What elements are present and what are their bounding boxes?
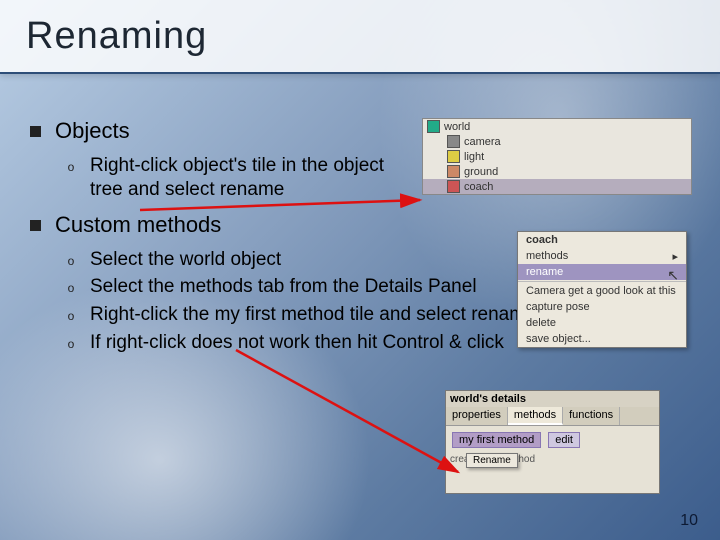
circle-bullet-icon: o: [64, 275, 78, 299]
circle-bullet-icon: o: [64, 248, 78, 272]
camera-icon: [447, 135, 460, 148]
tabs-row[interactable]: propertiesmethodsfunctions: [446, 407, 659, 426]
sub-text: Select the methods tab from the Details …: [90, 275, 477, 299]
method-tile-edit[interactable]: edit: [548, 432, 580, 448]
tree-item-coach[interactable]: coach: [423, 179, 691, 194]
tab-functions[interactable]: functions: [563, 407, 620, 425]
sub-text: Right-click the my first method tile and…: [90, 303, 536, 327]
details-panel[interactable]: world's details propertiesmethodsfunctio…: [445, 390, 660, 494]
square-bullet-icon: [30, 220, 41, 231]
heading-custommethods: Custom methods: [55, 212, 221, 238]
mini-context-menu[interactable]: Rename: [466, 453, 518, 468]
menu-item-coach: coach: [518, 232, 686, 248]
globe-icon: [427, 120, 440, 133]
title-band: Renaming: [0, 0, 720, 72]
tree-item-ground[interactable]: ground: [423, 164, 691, 179]
menu-item-save-object...[interactable]: save object...: [518, 331, 686, 347]
sub-text: Right-click object's tile in the object …: [90, 154, 404, 202]
sub-text: Select the world object: [90, 248, 281, 272]
circle-bullet-icon: o: [64, 154, 78, 202]
tree-item-label: world: [444, 121, 470, 133]
menu-item-methods[interactable]: methods▸: [518, 248, 686, 264]
circle-bullet-icon: o: [64, 303, 78, 327]
context-menu[interactable]: coachmethods▸rename Camera get a good loo…: [517, 231, 687, 348]
tab-methods[interactable]: methods: [508, 407, 563, 425]
heading-objects: Objects: [55, 118, 130, 144]
menu-item-capture-pose[interactable]: capture pose: [518, 299, 686, 315]
slide: Renaming Objects o Right-click object's …: [0, 0, 720, 540]
method-tile-myfirst[interactable]: my first method: [452, 432, 541, 448]
tree-item-label: camera: [464, 136, 501, 148]
square-bullet-icon: [30, 126, 41, 137]
menu-item-delete[interactable]: delete: [518, 315, 686, 331]
light-icon: [447, 150, 460, 163]
mini-menu-rename[interactable]: Rename: [473, 455, 511, 466]
slide-title: Renaming: [26, 15, 207, 58]
object-tree-panel[interactable]: worldcameralightgroundcoach coachmethods…: [422, 118, 692, 195]
tree-item-world[interactable]: world: [423, 119, 691, 134]
details-title: world's details: [446, 391, 659, 407]
sublist-objects: o Right-click object's tile in the objec…: [64, 154, 404, 202]
tree-item-light[interactable]: light: [423, 149, 691, 164]
sub-text: If right-click does not work then hit Co…: [90, 331, 504, 355]
circle-bullet-icon: o: [64, 331, 78, 355]
menu-item-rename[interactable]: rename: [518, 264, 686, 280]
person-icon: [447, 180, 460, 193]
cursor-icon: ↖: [667, 267, 679, 284]
sub-item: o Right-click object's tile in the objec…: [64, 154, 404, 202]
page-number: 10: [680, 512, 698, 530]
tree-item-label: coach: [464, 181, 493, 193]
tree-item-label: light: [464, 151, 484, 163]
menu-item-Camera-get-a-good-look-at-this[interactable]: Camera get a good look at this: [518, 283, 686, 299]
tree-item-camera[interactable]: camera: [423, 134, 691, 149]
tree-item-label: ground: [464, 166, 498, 178]
submenu-arrow-icon: ▸: [672, 250, 678, 263]
tab-properties[interactable]: properties: [446, 407, 508, 425]
ground-icon: [447, 165, 460, 178]
